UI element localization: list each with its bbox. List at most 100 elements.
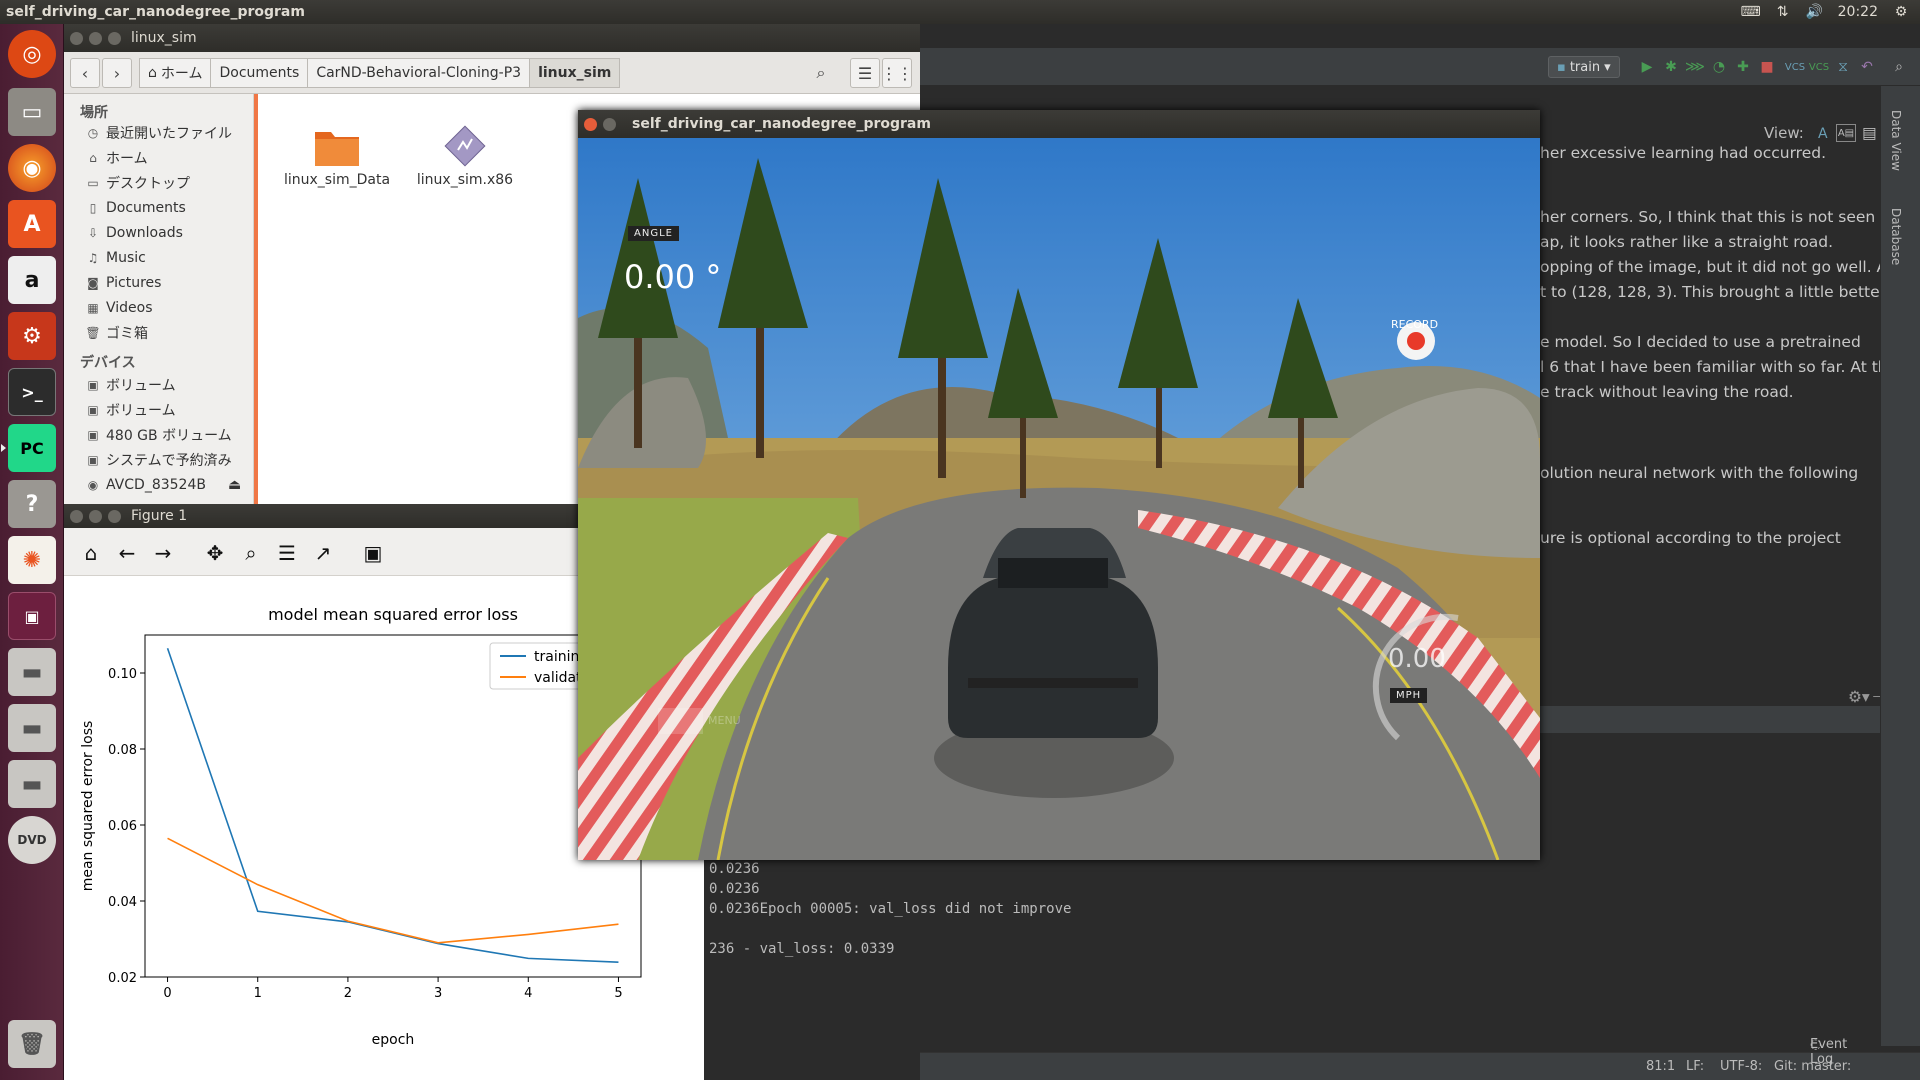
clock[interactable]: 20:22 <box>1838 4 1878 20</box>
network-icon[interactable]: ⇅ <box>1774 4 1792 20</box>
drive-icon: ▣ <box>87 453 99 467</box>
profile-icon[interactable]: ◔ <box>1710 58 1728 76</box>
debug-icon[interactable]: ✱ <box>1662 58 1680 76</box>
sidebar-item-label: 480 GB ボリューム <box>106 428 232 444</box>
tab-data-view[interactable]: Data View <box>1889 110 1903 171</box>
system-tray: ⌨ ⇅ 🔊 20:22 ⚙ <box>1741 4 1920 20</box>
keyboard-icon[interactable]: ⌨ <box>1741 4 1761 20</box>
drive-icon[interactable]: ▬ <box>8 648 56 696</box>
revert-icon[interactable]: ↶ <box>1858 58 1876 76</box>
back-button[interactable]: ‹ <box>70 58 100 88</box>
amazon-icon[interactable]: a <box>8 256 56 304</box>
sidebar-item-music[interactable]: ♫ Music <box>86 247 146 269</box>
forward-button[interactable]: › <box>102 58 132 88</box>
back-arrow-icon[interactable]: ← <box>114 540 140 566</box>
fm-title: linux_sim <box>131 30 197 46</box>
caret-position[interactable]: 81:1 <box>1646 1059 1675 1074</box>
executable-icon <box>444 125 486 167</box>
home-icon: ⌂ <box>148 65 157 81</box>
sidebar-item-recent[interactable]: ◷ 最近開いたファイル <box>86 122 232 144</box>
history-icon[interactable]: ⧖ <box>1834 58 1852 76</box>
vcs-commit-icon[interactable]: VCS <box>1809 58 1829 76</box>
stop-icon[interactable]: ■ <box>1758 58 1776 76</box>
simulator-viewport[interactable]: ANGLE 0.00 ° RECORD 0.00 MPH MENU <box>578 138 1540 860</box>
close-icon[interactable] <box>70 509 83 523</box>
tab-database[interactable]: Database <box>1889 208 1903 265</box>
minimize-icon[interactable] <box>89 509 102 523</box>
photo-app-icon[interactable]: ✺ <box>8 536 56 584</box>
dvd-icon[interactable]: DVD <box>8 816 56 864</box>
file-item-linux-sim-data[interactable]: linux_sim_Data <box>272 124 402 188</box>
devices-header: デバイス <box>80 355 136 371</box>
breadcrumb-documents[interactable]: Documents <box>210 58 309 88</box>
close-icon[interactable] <box>70 31 83 45</box>
software-center-icon[interactable]: A <box>8 200 56 248</box>
vcs-update-icon[interactable]: VCS <box>1785 58 1805 76</box>
sidebar-item-videos[interactable]: ▦ Videos <box>86 297 152 319</box>
top-panel: self_driving_car_nanodegree_program ⌨ ⇅ … <box>0 0 1920 24</box>
save-icon[interactable]: ▣ <box>360 540 386 566</box>
git-branch[interactable]: Git: master: <box>1774 1059 1851 1074</box>
minimize-icon[interactable] <box>603 117 616 131</box>
file-name: linux_sim_Data <box>283 172 391 188</box>
concurrency-icon[interactable]: ✚ <box>1734 58 1752 76</box>
pan-icon[interactable]: ✥ <box>202 540 228 566</box>
close-icon[interactable] <box>584 117 597 131</box>
search-icon[interactable]: ⌕ <box>806 58 836 88</box>
settings-gear-icon[interactable]: ⚙▾ <box>1848 688 1870 706</box>
drive-icon[interactable]: ▬ <box>8 760 56 808</box>
list-view-icon[interactable]: ☰ <box>850 58 880 88</box>
search-icon[interactable]: ⌕ <box>1890 58 1908 76</box>
sidebar-item-documents[interactable]: ▯ Documents <box>86 197 186 219</box>
sidebar-item-volume-2[interactable]: ▣ ボリューム <box>86 399 175 421</box>
trash-icon[interactable]: 🗑 <box>8 1020 56 1068</box>
sidebar-item-volume-1[interactable]: ▣ ボリューム <box>86 374 175 396</box>
minimize-icon[interactable] <box>89 31 102 45</box>
zoom-icon[interactable]: ⌕ <box>238 540 264 566</box>
settings-icon[interactable]: ⚙ <box>8 312 56 360</box>
breadcrumb-project[interactable]: CarND-Behavioral-Cloning-P3 <box>307 58 531 88</box>
terminal-icon[interactable]: >_ <box>8 368 56 416</box>
line-separator[interactable]: LF: <box>1686 1059 1704 1074</box>
drive-icon[interactable]: ▬ <box>8 704 56 752</box>
gear-icon[interactable]: ⚙ <box>1892 4 1910 20</box>
sidebar-item-home[interactable]: ⌂ ホーム <box>86 147 147 169</box>
breadcrumb-home[interactable]: ⌂ ホーム <box>139 58 212 88</box>
pycharm-icon[interactable]: PC <box>8 424 56 472</box>
sidebar-item-system-reserved[interactable]: ▣ システムで予約済み <box>86 449 232 471</box>
window-icon[interactable]: ▣ <box>8 592 56 640</box>
python-icon: ▪ <box>1557 59 1566 75</box>
sidebar-item-pictures[interactable]: ◙ Pictures <box>86 272 161 294</box>
places-header: 場所 <box>80 105 108 121</box>
firefox-icon[interactable]: ◉ <box>8 144 56 192</box>
file-encoding[interactable]: UTF-8: <box>1720 1059 1762 1074</box>
sidebar-item-disc[interactable]: ◉ AVCD_83524B ⏏ <box>86 474 241 496</box>
view-editor-icon[interactable]: A <box>1818 126 1828 142</box>
forward-arrow-icon[interactable]: → <box>150 540 176 566</box>
file-item-linux-sim-x86[interactable]: linux_sim.x86 <box>400 124 530 188</box>
view-preview-icon[interactable]: ▤ <box>1862 124 1877 142</box>
breadcrumb-linux-sim[interactable]: linux_sim <box>529 58 621 88</box>
help-icon[interactable]: ? <box>8 480 56 528</box>
edit-axis-icon[interactable]: ↗ <box>310 540 336 566</box>
sidebar-item-volume-480gb[interactable]: ▣ 480 GB ボリューム <box>86 424 232 446</box>
volume-icon[interactable]: 🔊 <box>1806 4 1824 20</box>
sidebar-item-downloads[interactable]: ⇩ Downloads <box>86 222 183 244</box>
view-split-icon[interactable]: A▤ <box>1836 124 1856 142</box>
coverage-icon[interactable]: ⋙ <box>1685 58 1705 76</box>
run-icon[interactable]: ▶ <box>1638 58 1656 76</box>
files-app-icon[interactable]: ▭ <box>8 88 56 136</box>
sidebar-item-desktop[interactable]: ▭ デスクトップ <box>86 172 190 194</box>
subplots-icon[interactable]: ☰ <box>274 540 300 566</box>
run-config-select[interactable]: ▪ train ▾ <box>1548 56 1620 78</box>
maximize-icon[interactable] <box>108 31 121 45</box>
menu-button[interactable]: MENU <box>708 714 741 727</box>
sidebar-item-label: システムで予約済み <box>106 453 232 469</box>
ubuntu-dash-icon[interactable]: ◎ <box>8 30 56 78</box>
x-tick-label: 2 <box>344 986 352 1001</box>
eject-icon[interactable]: ⏏ <box>228 477 241 493</box>
sidebar-item-trash[interactable]: 🗑 ゴミ箱 <box>85 322 148 344</box>
home-icon[interactable]: ⌂ <box>78 540 104 566</box>
grid-view-icon[interactable]: ⋮⋮ <box>881 58 913 88</box>
maximize-icon[interactable] <box>108 509 121 523</box>
